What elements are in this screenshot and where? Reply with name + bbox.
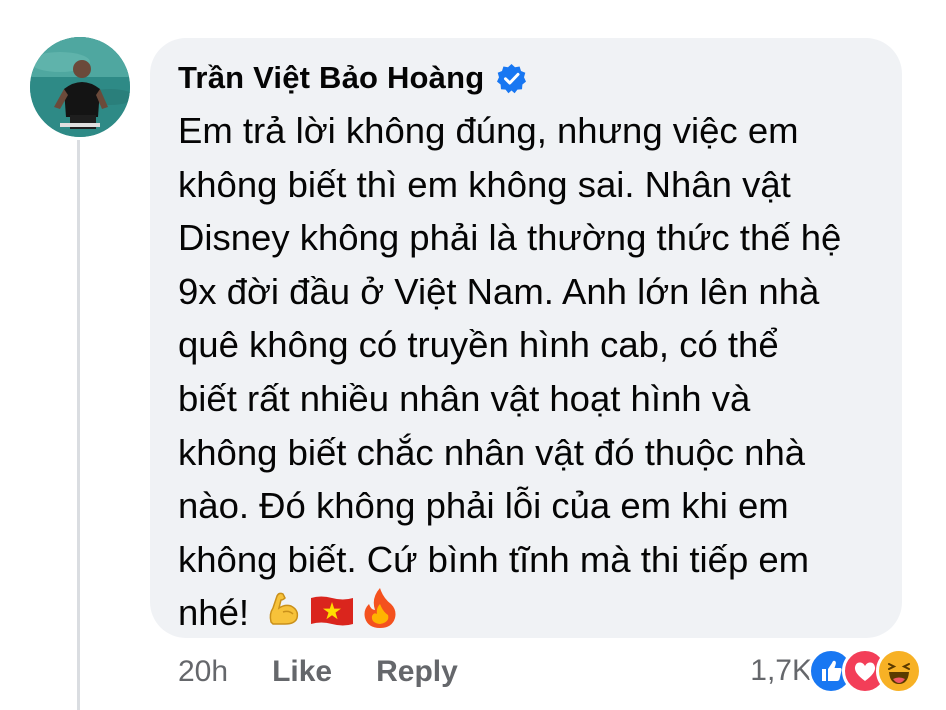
verified-badge-icon [496, 63, 527, 94]
thread-connector-line [77, 140, 80, 710]
comment-thread: Trần Việt Bảo Hoàng Em trả lời không đún… [0, 0, 946, 710]
comment-bubble: Trần Việt Bảo Hoàng Em trả lời không đún… [150, 38, 902, 638]
comment-text: Em trả lời không đúng, nhưng việc em khô… [178, 110, 842, 634]
avatar-photo [30, 37, 130, 137]
reaction-summary[interactable]: 1,7K [750, 646, 922, 696]
reply-button[interactable]: Reply [376, 655, 458, 689]
reaction-count[interactable]: 1,7K [750, 654, 812, 688]
comment-actions: 20h Like Reply [178, 650, 458, 694]
comment-body: Em trả lời không đúng, nhưng việc em khô… [178, 104, 878, 645]
haha-icon [876, 648, 922, 694]
avatar[interactable] [30, 37, 130, 137]
comment-timestamp[interactable]: 20h [178, 655, 228, 689]
flexed-biceps-icon [263, 588, 303, 643]
author-name[interactable]: Trần Việt Bảo Hoàng [178, 60, 484, 96]
vietnam-flag-icon [309, 589, 355, 643]
emoji-row [257, 586, 399, 645]
fire-icon [361, 586, 399, 645]
author-row: Trần Việt Bảo Hoàng [178, 58, 878, 98]
like-button[interactable]: Like [272, 655, 332, 689]
